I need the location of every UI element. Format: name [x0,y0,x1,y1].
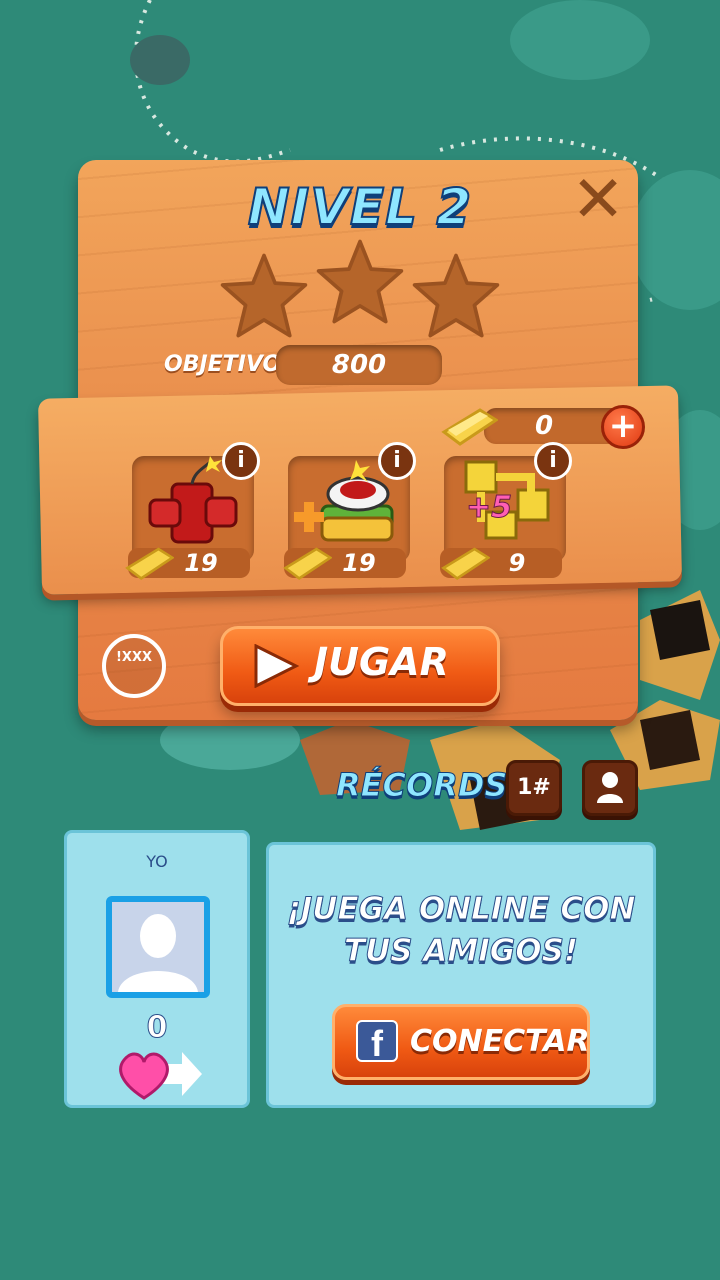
avatar-silhouette-icon [118,914,198,992]
info-icon[interactable]: i [378,442,416,480]
play-label: JUGAR [314,640,449,684]
check-icon[interactable] [102,634,166,698]
info-icon[interactable]: i [222,442,260,480]
gold-count: 0 [534,411,554,441]
star-icon [412,253,500,338]
gold-bar-icon [441,408,498,446]
objective-label: OBJETIVO [164,352,282,377]
connect-label: CONECTAR [410,1024,590,1059]
gold-bar-icon [283,547,332,580]
player-label: YO [146,852,168,871]
check-text: !XXX [116,650,152,665]
rank-button[interactable]: 1# [506,760,562,816]
promo-line-2: TUS AMIGOS! [343,933,579,970]
plus-icon[interactable]: + [601,405,645,449]
avatar[interactable] [106,896,210,998]
records-label: RÉCORDS: [335,766,521,805]
plus-five-badge: +5 [465,490,513,526]
play-icon [254,644,300,688]
info-icon[interactable]: i [534,442,572,480]
promo-line-1: ¡JUEGA ONLINE CON [286,891,636,928]
objective-value: 800 [276,345,442,385]
person-icon [597,772,623,803]
level-title: NIVEL 2 [247,177,473,237]
star-icon [220,253,308,338]
gold-bar-icon [441,547,490,580]
close-icon[interactable]: ✕ [568,168,628,232]
facebook-promo-text: ¡JUEGA ONLINE CON TUS AMIGOS! [266,888,656,972]
gold-bar-icon [125,547,174,580]
profile-button[interactable] [582,760,638,816]
send-heart-icon[interactable] [114,1046,204,1102]
lives-count: 0 [146,1010,168,1046]
star-icon [316,239,404,324]
facebook-icon: f [356,1020,398,1064]
